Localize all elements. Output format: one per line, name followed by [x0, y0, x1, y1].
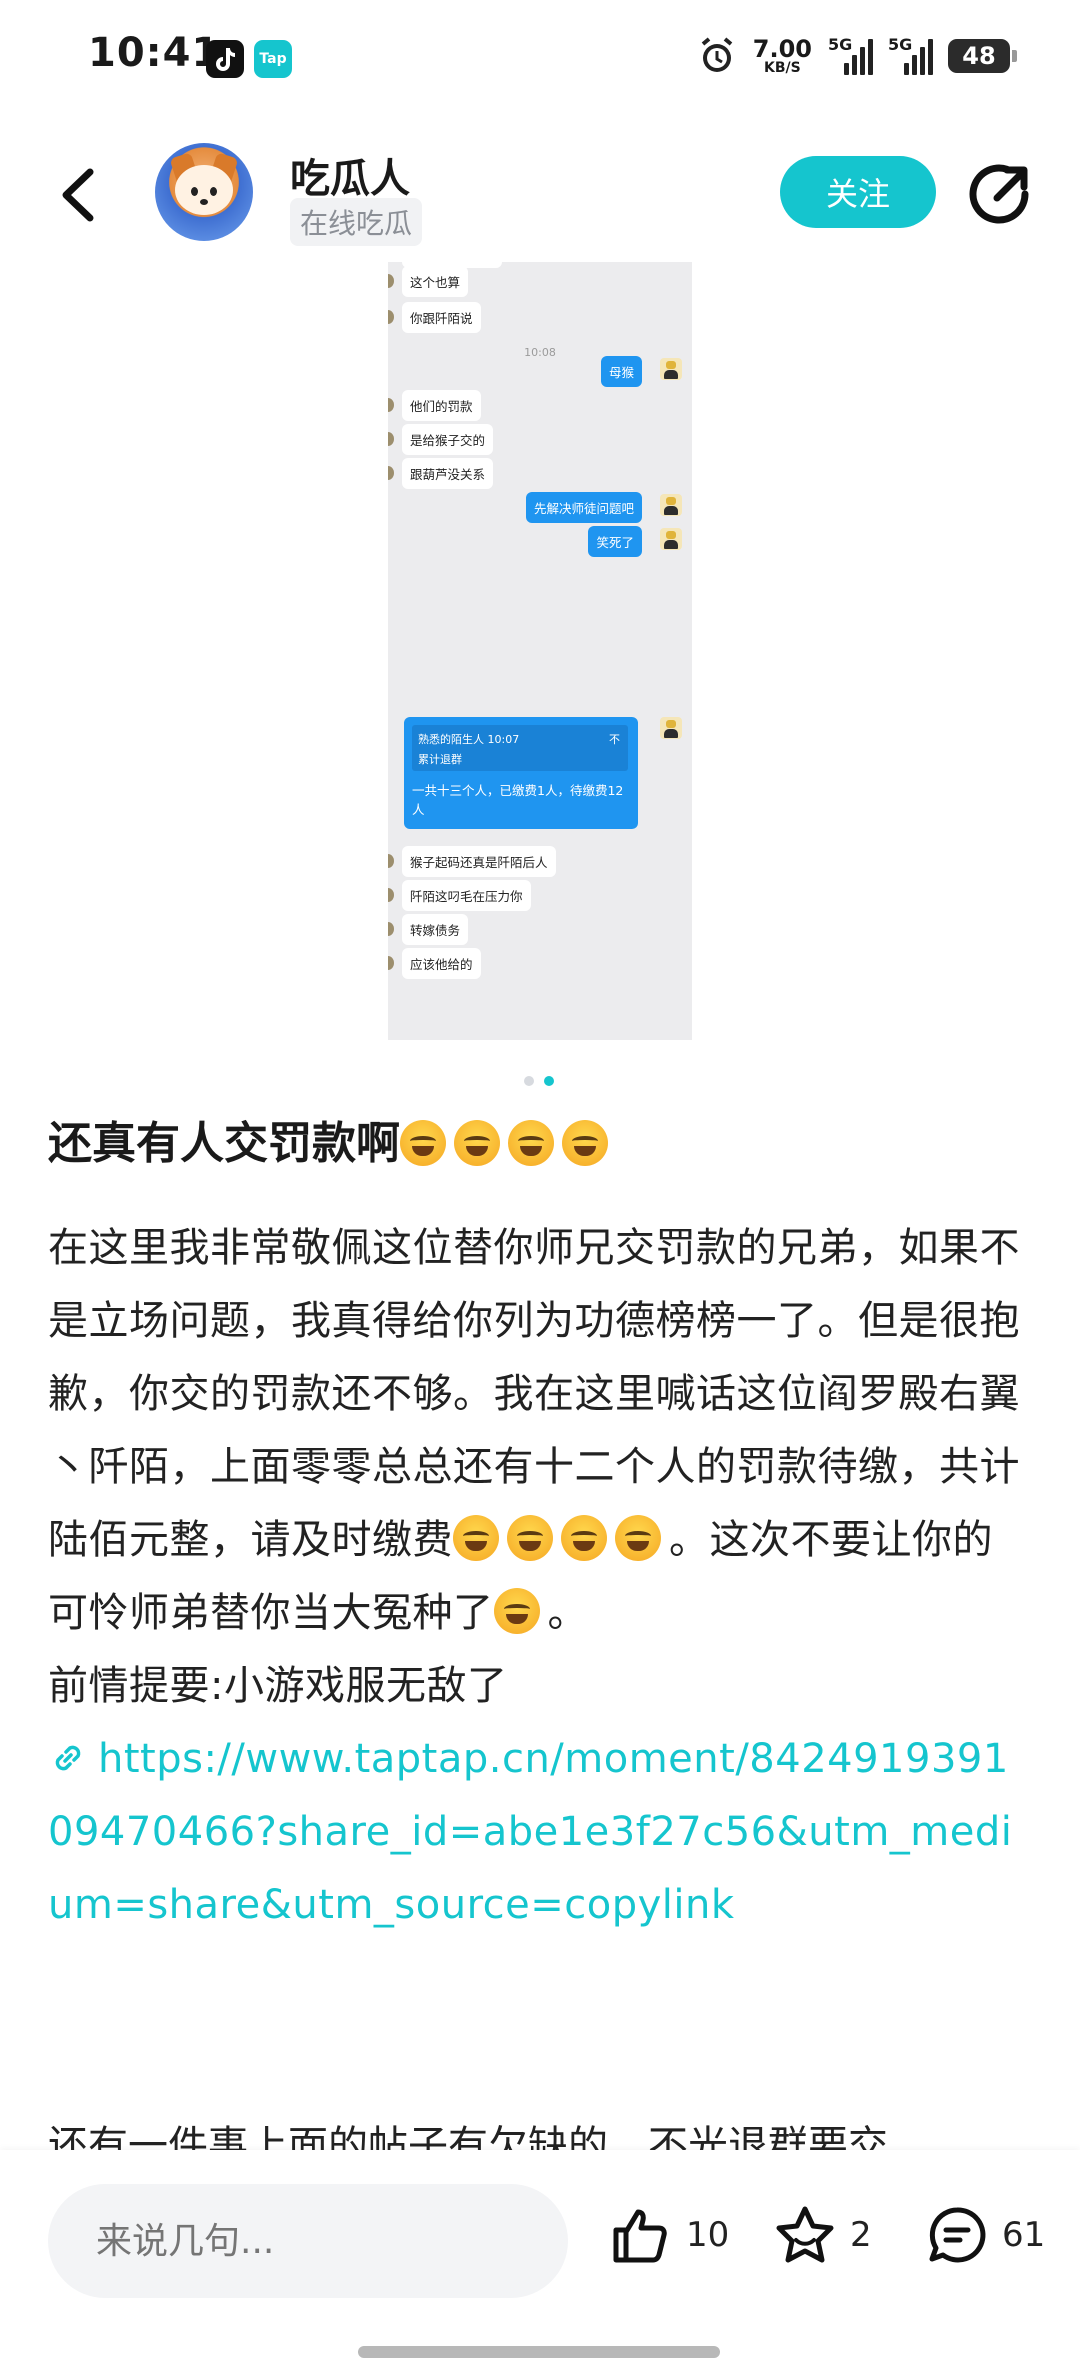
status-bar: 10:41 Tap 7.00 KB/S 5G 5G 48: [0, 0, 1080, 120]
pager-dot[interactable]: [524, 1076, 534, 1086]
post-body: 在这里我非常敬佩这位替你师兄交罚款的兄弟，如果不是立场问题，我真得给你列为功德榜…: [48, 1212, 1033, 1942]
like-button[interactable]: 10: [608, 2202, 729, 2268]
post-header: 吃瓜人 在线吃瓜 关注: [0, 130, 1080, 260]
drooling-emoji-icon: [507, 1515, 553, 1561]
avatar[interactable]: [155, 143, 253, 241]
post-image[interactable]: 这个也算 你跟阡陌说 10:08 母猴 他们的罚款 是给猴子交的 跟葫芦没关系 …: [388, 262, 692, 1040]
status-indicators: 7.00 KB/S 5G 5G 48: [697, 35, 1017, 76]
author-subtitle: 在线吃瓜: [290, 198, 423, 246]
chat-message: 母猴: [600, 356, 642, 387]
chat-message: 他们的罚款: [402, 390, 481, 421]
chat-message: 你跟阡陌说: [402, 302, 481, 333]
home-indicator[interactable]: [358, 2346, 720, 2358]
clock: 10:41: [88, 30, 221, 76]
comment-count: 61: [1002, 2215, 1046, 2255]
like-count: 10: [686, 2215, 730, 2255]
share-button[interactable]: [965, 158, 1037, 230]
back-button[interactable]: [52, 160, 112, 230]
alarm-icon: [701, 37, 733, 72]
favorite-button[interactable]: 2: [772, 2202, 872, 2268]
drooling-emoji-icon: [453, 1515, 499, 1561]
context-line: 前情提要:小游戏服无敌了: [48, 1663, 508, 1709]
rofl-emoji-icon: [562, 1120, 608, 1166]
chat-message: 跟葫芦没关系: [402, 458, 494, 489]
post-title: 还真有人交罚款啊: [48, 1112, 1038, 1176]
favorite-count: 2: [850, 2215, 872, 2255]
chat-message: 笑死了: [588, 526, 642, 557]
network-speed: 7.00 KB/S: [752, 35, 812, 76]
rofl-emoji-icon: [508, 1120, 554, 1166]
rofl-emoji-icon: [400, 1120, 446, 1166]
share-icon: [969, 164, 1029, 224]
grinning-squint-emoji-icon: [493, 1588, 540, 1634]
chat-message: 阡陌这叼毛在压力你: [402, 880, 531, 911]
comments-button[interactable]: 61: [924, 2202, 1045, 2268]
chat-quote-card: 熟悉的陌生人 10:07 不 累计退群 一共十三个人，已缴费1人，待缴费12人: [404, 717, 638, 829]
chat-message: 猴子起码还真是阡陌后人: [402, 846, 556, 877]
chat-message: 转嫁债务: [402, 914, 469, 945]
comment-input[interactable]: [48, 2184, 568, 2298]
image-pager: [524, 1076, 554, 1086]
chat-message: 先解决师徒问题吧: [525, 492, 642, 523]
link-icon: [55, 1745, 81, 1771]
drooling-emoji-icon: [561, 1515, 607, 1561]
chevron-left-icon: [62, 168, 94, 222]
bottom-action-bar: 10 2 61: [0, 2150, 1080, 2374]
drooling-emoji-icon: [615, 1515, 661, 1561]
comment-bubble-icon: [929, 2207, 986, 2263]
author-name[interactable]: 吃瓜人: [290, 146, 410, 204]
star-icon: [776, 2206, 834, 2263]
chat-message: 是给猴子交的: [402, 424, 494, 455]
chat-message: 这个也算: [402, 266, 469, 297]
pager-dot-active[interactable]: [544, 1076, 554, 1086]
follow-button[interactable]: 关注: [780, 156, 936, 228]
battery-icon: 48: [948, 39, 1017, 73]
thumbs-up-icon: [613, 2209, 667, 2263]
signal-icon: 5G: [828, 35, 873, 75]
post-link[interactable]: https://www.taptap.cn/moment/84249193910…: [48, 1723, 1033, 1942]
taptap-icon: Tap: [254, 40, 292, 78]
tiktok-icon: [206, 40, 244, 78]
signal-icon: 5G: [888, 35, 933, 75]
chat-message: 应该他给的: [402, 948, 481, 979]
rofl-emoji-icon: [454, 1120, 500, 1166]
